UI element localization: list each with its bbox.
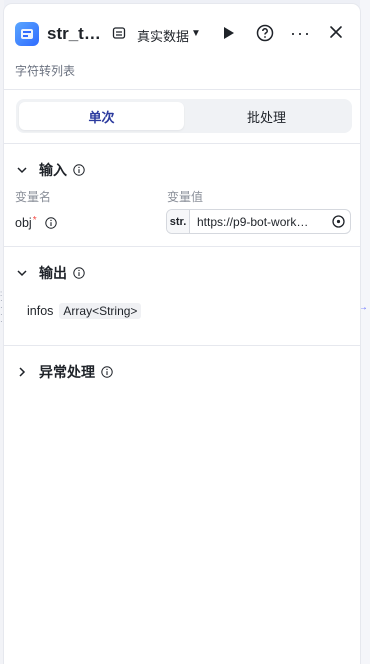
chevron-down-icon[interactable] xyxy=(15,163,29,177)
param-name-obj: obj * xyxy=(15,214,57,230)
param-value-field[interactable]: str. https://p9-bot-work… xyxy=(166,209,351,234)
info-icon[interactable] xyxy=(44,217,57,229)
divider xyxy=(4,345,360,346)
chevron-right-icon[interactable] xyxy=(15,365,29,379)
panel-header: str_t… 真实数据 ▼ ··· xyxy=(4,4,360,60)
help-icon[interactable] xyxy=(256,24,274,42)
exception-section-title: 异常处理 xyxy=(39,364,95,380)
run-mode-tabs: 单次 批处理 xyxy=(16,99,352,133)
output-field-row: infos Array<String> xyxy=(27,303,142,319)
tab-batch[interactable]: 批处理 xyxy=(184,102,349,130)
divider xyxy=(4,143,360,144)
node-description: 字符转列表 xyxy=(15,64,76,78)
output-section-title: 输出 xyxy=(39,265,67,281)
output-field-name: infos xyxy=(27,304,54,318)
canvas-port-marks: : · · · · xyxy=(0,289,3,326)
exception-section-header[interactable]: 异常处理 xyxy=(15,362,113,382)
chevron-down-icon[interactable]: ▼ xyxy=(191,28,201,39)
input-section-header[interactable]: 输入 xyxy=(15,160,85,180)
info-icon[interactable] xyxy=(101,366,113,378)
required-mark: * xyxy=(32,214,37,226)
play-button[interactable] xyxy=(220,24,238,42)
info-icon[interactable] xyxy=(73,267,85,279)
data-mode-select[interactable]: 真实数据 xyxy=(137,26,189,45)
tab-single[interactable]: 单次 xyxy=(19,102,184,130)
play-icon xyxy=(224,27,234,39)
input-section-title: 输入 xyxy=(39,162,67,178)
close-icon[interactable] xyxy=(328,24,344,40)
node-title[interactable]: str_t… xyxy=(47,24,101,44)
info-icon[interactable] xyxy=(73,164,85,176)
output-field-type: Array<String> xyxy=(59,303,142,319)
variable-value-column-label: 变量值 xyxy=(167,190,204,204)
canvas-edge-right xyxy=(360,0,370,664)
type-tag[interactable]: str. xyxy=(167,210,190,233)
output-section-header[interactable]: 输出 xyxy=(15,263,85,283)
param-value-input[interactable]: https://p9-bot-work… xyxy=(190,215,318,229)
divider xyxy=(4,246,360,247)
chevron-down-icon[interactable] xyxy=(15,266,29,280)
app-icon xyxy=(15,22,39,46)
param-name-label: obj xyxy=(15,216,32,230)
target-icon[interactable] xyxy=(332,215,345,228)
divider xyxy=(4,89,360,90)
more-icon[interactable]: ··· xyxy=(290,23,311,44)
variable-name-column-label: 变量名 xyxy=(15,190,52,204)
data-source-icon[interactable] xyxy=(112,26,126,40)
node-config-panel: str_t… 真实数据 ▼ ··· 字符转列表 单次 批处理 输入 变量名 变量… xyxy=(4,4,360,664)
